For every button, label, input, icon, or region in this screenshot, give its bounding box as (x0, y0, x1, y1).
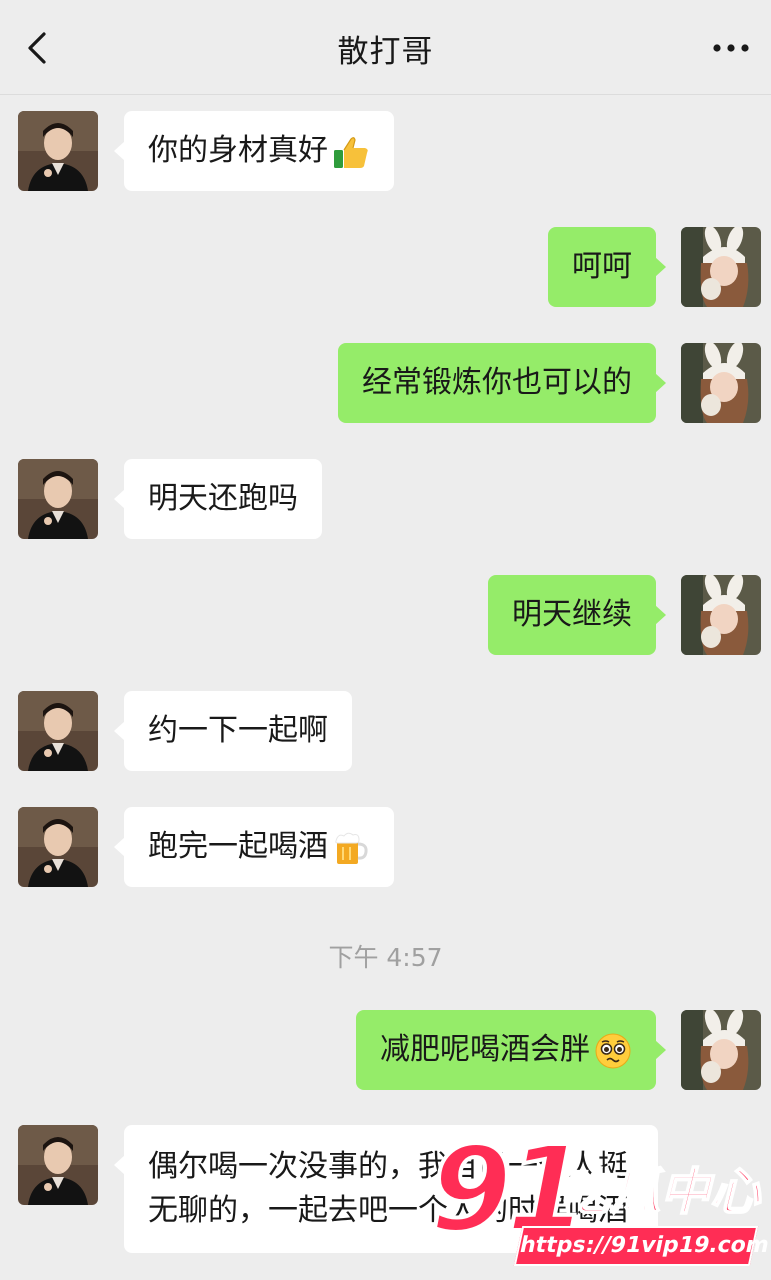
pleading-face-icon (594, 1032, 632, 1070)
self-avatar[interactable] (681, 343, 761, 423)
message-bubble[interactable]: 明天还跑吗 (114, 459, 322, 539)
contact-avatar[interactable] (18, 111, 98, 191)
contact-avatar[interactable] (18, 1125, 98, 1205)
message-text: 呵呵 (572, 249, 632, 284)
message-text: 跑完一起喝酒 (148, 829, 328, 864)
chat-title: 散打哥 (337, 34, 434, 70)
watermark-name: 吃瓜中心 (559, 1163, 761, 1221)
message-bubble[interactable]: 明天继续 (488, 575, 666, 655)
more-button[interactable] (711, 30, 751, 66)
message-text: 明天继续 (512, 597, 632, 632)
message-bubble[interactable]: 你的身材真好 (114, 111, 394, 191)
self-avatar[interactable] (681, 1010, 761, 1090)
message-bubble[interactable]: 经常锻炼你也可以的 (338, 343, 666, 423)
message-text: 你的身材真好 (148, 133, 328, 168)
self-avatar[interactable] (681, 227, 761, 307)
site-watermark: 91 吃瓜中心 https://91vip19.com (428, 1128, 771, 1270)
beer-mug-icon (332, 829, 370, 867)
thumbs-up-icon (332, 133, 370, 171)
contact-avatar[interactable] (18, 807, 98, 887)
contact-avatar[interactable] (18, 691, 98, 771)
message-bubble[interactable]: 呵呵 (548, 227, 666, 307)
contact-avatar[interactable] (18, 459, 98, 539)
message-bubble[interactable]: 减肥呢喝酒会胖 (356, 1010, 666, 1090)
chat-header: 散打哥 (0, 0, 771, 95)
message-timestamp: 下午 4:57 (328, 943, 443, 972)
watermark-url: https://91vip19.com (513, 1226, 771, 1266)
message-text: 减肥呢喝酒会胖 (380, 1032, 590, 1067)
self-avatar[interactable] (681, 575, 761, 655)
message-text: 经常锻炼你也可以的 (362, 365, 632, 400)
chat-screen: 散打哥 你的身材真好 呵呵 经常锻炼你也可以的 明天还跑吗 明天继续 约一下一起… (0, 0, 771, 1280)
message-text: 明天还跑吗 (148, 481, 298, 516)
more-dots-icon (713, 44, 749, 52)
message-bubble[interactable]: 跑完一起喝酒 (114, 807, 394, 887)
message-text: 约一下一起啊 (148, 713, 328, 748)
message-bubble[interactable]: 约一下一起啊 (114, 691, 352, 771)
